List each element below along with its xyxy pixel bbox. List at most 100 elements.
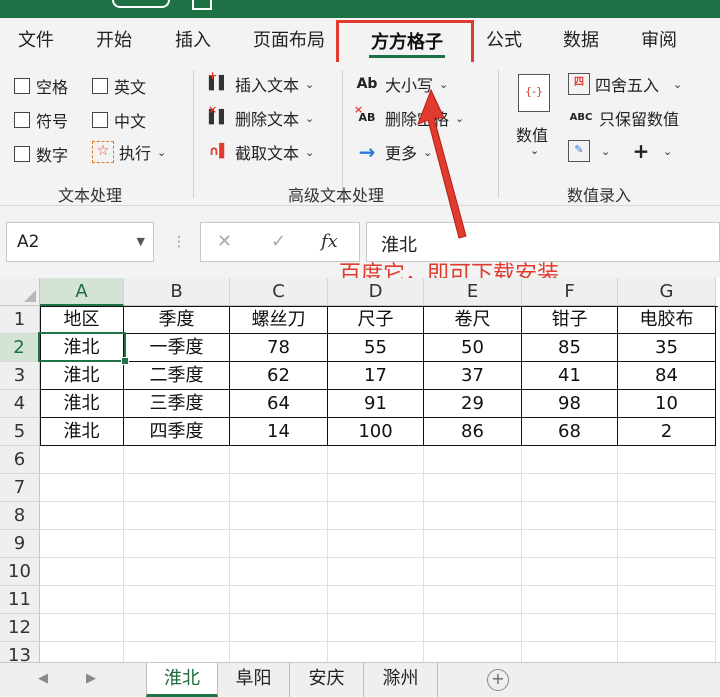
empty-cell[interactable] — [124, 558, 230, 586]
table-button[interactable]: ✎ ⌄ — [568, 140, 610, 162]
row-header-1[interactable]: 1 — [0, 306, 40, 334]
empty-cell[interactable] — [424, 530, 522, 558]
column-header-e[interactable]: E — [424, 278, 522, 306]
value-button[interactable]: {-} 数值 ⌄ — [512, 70, 558, 162]
empty-cell[interactable] — [618, 502, 716, 530]
empty-cell[interactable] — [522, 530, 618, 558]
sheet-tab-1[interactable]: 淮北 — [146, 663, 218, 697]
data-cell[interactable]: 29 — [424, 390, 522, 418]
row-header-12[interactable]: 12 — [0, 614, 40, 642]
checkbox-symbol[interactable]: 符号 — [14, 108, 68, 132]
data-cell[interactable]: 41 — [522, 362, 618, 390]
row-header-13[interactable]: 13 — [0, 642, 40, 662]
empty-cell[interactable] — [40, 642, 124, 662]
empty-cell[interactable] — [124, 446, 230, 474]
execute-button[interactable]: ☆ 执行 ⌄ — [92, 140, 166, 164]
column-header-a[interactable]: A — [40, 278, 124, 306]
data-cell[interactable]: 64 — [230, 390, 328, 418]
menu-review[interactable]: 审阅 — [641, 26, 677, 52]
empty-cell[interactable] — [618, 614, 716, 642]
empty-cell[interactable] — [522, 586, 618, 614]
empty-cell[interactable] — [424, 614, 522, 642]
menu-file[interactable]: 文件 — [18, 26, 54, 52]
empty-cell[interactable] — [618, 530, 716, 558]
spreadsheet-grid[interactable]: A B C D E F G 1 地区 季度 螺丝刀 尺子 卷尺 钳子 电胶布 2 淮北 一季度 78 55 50 85 35… — [0, 278, 720, 662]
empty-cell[interactable] — [40, 586, 124, 614]
empty-cell[interactable] — [424, 446, 522, 474]
empty-cell[interactable] — [618, 474, 716, 502]
empty-cell[interactable] — [522, 446, 618, 474]
sheet-tab-3[interactable]: 安庆 — [290, 663, 364, 697]
data-cell[interactable]: 100 — [328, 418, 424, 446]
extract-text-button[interactable]: ∩▌ 截取文本 ⌄ — [208, 140, 315, 164]
data-cell[interactable]: 2 — [618, 418, 716, 446]
menu-fangfang-tab[interactable]: 方方格子 — [336, 20, 474, 66]
empty-cell[interactable] — [328, 474, 424, 502]
header-cell[interactable]: 钳子 — [522, 306, 618, 334]
delete-text-button[interactable]: × ▌▌ 删除文本 ⌄ — [208, 103, 314, 130]
row-header-9[interactable]: 9 — [0, 530, 40, 558]
sheet-tab-2[interactable]: 阜阳 — [218, 663, 290, 697]
column-header-g[interactable]: G — [618, 278, 716, 306]
insert-text-button[interactable]: + ▌▌ 插入文本 ⌄ — [208, 69, 314, 96]
confirm-icon[interactable]: ✓ — [271, 231, 286, 252]
plus-button[interactable]: + ⌄ — [630, 140, 673, 162]
data-cell[interactable]: 14 — [230, 418, 328, 446]
data-cell[interactable]: 17 — [328, 362, 424, 390]
empty-cell[interactable] — [230, 446, 328, 474]
row-header-8[interactable]: 8 — [0, 502, 40, 530]
menu-formulas[interactable]: 公式 — [486, 26, 522, 52]
data-cell[interactable]: 淮北 — [40, 334, 124, 362]
empty-cell[interactable] — [230, 474, 328, 502]
header-cell[interactable]: 卷尺 — [424, 306, 522, 334]
empty-cell[interactable] — [424, 642, 522, 662]
header-cell[interactable]: 尺子 — [328, 306, 424, 334]
empty-cell[interactable] — [424, 586, 522, 614]
round-button[interactable]: 四 四舍五入 ⌄ — [568, 72, 682, 96]
empty-cell[interactable] — [230, 614, 328, 642]
data-cell[interactable]: 98 — [522, 390, 618, 418]
empty-cell[interactable] — [124, 642, 230, 662]
data-cell[interactable]: 淮北 — [40, 362, 124, 390]
empty-cell[interactable] — [522, 614, 618, 642]
header-cell[interactable]: 螺丝刀 — [230, 306, 328, 334]
empty-cell[interactable] — [230, 586, 328, 614]
empty-cell[interactable] — [424, 558, 522, 586]
function-icon[interactable]: fx — [321, 231, 338, 252]
empty-cell[interactable] — [328, 446, 424, 474]
data-cell[interactable]: 10 — [618, 390, 716, 418]
empty-cell[interactable] — [618, 558, 716, 586]
prev-sheet-icon[interactable]: ◀ — [38, 671, 48, 686]
header-cell[interactable]: 季度 — [124, 306, 230, 334]
column-header-b[interactable]: B — [124, 278, 230, 306]
empty-cell[interactable] — [40, 474, 124, 502]
data-cell[interactable]: 35 — [618, 334, 716, 362]
empty-cell[interactable] — [522, 558, 618, 586]
empty-cell[interactable] — [424, 502, 522, 530]
data-cell[interactable]: 55 — [328, 334, 424, 362]
data-cell[interactable]: 淮北 — [40, 418, 124, 446]
row-header-3[interactable]: 3 — [0, 362, 40, 390]
row-header-7[interactable]: 7 — [0, 474, 40, 502]
more-button[interactable]: → 更多 ⌄ — [354, 140, 433, 164]
data-cell[interactable]: 三季度 — [124, 390, 230, 418]
empty-cell[interactable] — [230, 530, 328, 558]
data-cell[interactable]: 78 — [230, 334, 328, 362]
header-cell[interactable]: 电胶布 — [618, 306, 716, 334]
empty-cell[interactable] — [522, 642, 618, 662]
empty-cell[interactable] — [522, 474, 618, 502]
data-cell[interactable]: 37 — [424, 362, 522, 390]
data-cell[interactable]: 86 — [424, 418, 522, 446]
empty-cell[interactable] — [328, 558, 424, 586]
empty-cell[interactable] — [40, 614, 124, 642]
column-header-f[interactable]: F — [522, 278, 618, 306]
cancel-icon[interactable]: ✕ — [217, 231, 232, 252]
row-header-11[interactable]: 11 — [0, 586, 40, 614]
empty-cell[interactable] — [230, 558, 328, 586]
empty-cell[interactable] — [328, 642, 424, 662]
checkbox-number[interactable]: 数字 — [14, 142, 68, 166]
data-cell[interactable]: 50 — [424, 334, 522, 362]
empty-cell[interactable] — [40, 502, 124, 530]
empty-cell[interactable] — [40, 530, 124, 558]
column-header-c[interactable]: C — [230, 278, 328, 306]
